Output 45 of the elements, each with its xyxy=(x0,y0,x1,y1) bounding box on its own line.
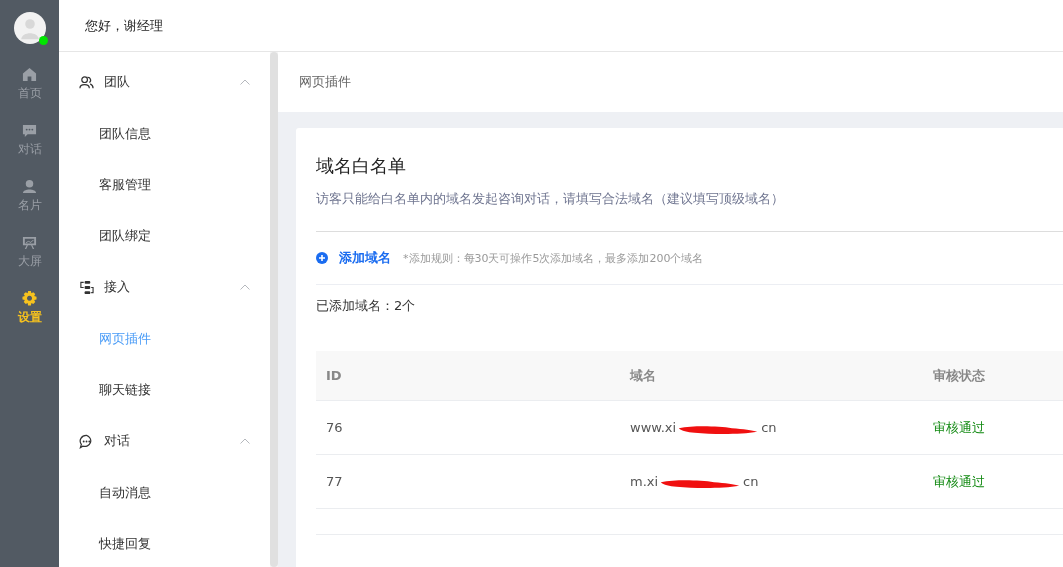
menu-group-header[interactable]: 团队 xyxy=(59,56,270,108)
breadcrumb-text: 网页插件 xyxy=(299,73,351,91)
home-icon xyxy=(22,66,37,82)
rule-text: *添加规则：每30天可操作5次添加域名，最多添加200个域名 xyxy=(403,250,704,266)
scrollbar-thumb[interactable] xyxy=(270,52,278,567)
menu-group-label: 对话 xyxy=(104,432,131,450)
person-icon xyxy=(22,178,37,194)
plus-circle-icon xyxy=(316,252,328,264)
menu-item[interactable]: 客服管理 xyxy=(59,159,270,210)
table-cell: www.xi xyxy=(630,420,677,435)
menu-group-label: 团队 xyxy=(104,73,131,91)
table-cell: cn xyxy=(743,474,759,489)
description-text: 访客只能给白名单内的域名发起咨询对话，请填写合法域名（建议填写顶级域名） xyxy=(316,190,785,208)
menu-item[interactable]: 聊天链接 xyxy=(59,364,270,415)
column-header: 审核状态 xyxy=(932,366,986,385)
menu-group-header[interactable]: 对话 xyxy=(59,415,270,467)
column-header: 域名 xyxy=(628,366,657,385)
menu-item[interactable]: 快捷回复 xyxy=(59,518,270,567)
menu-group-header[interactable]: 接入 xyxy=(59,261,270,313)
avatar[interactable] xyxy=(13,12,46,44)
greeting-text: 您好，谢经理 xyxy=(85,16,163,35)
chevron-icon xyxy=(240,284,250,290)
menu-item[interactable]: 自动消息 xyxy=(59,467,270,518)
menu-item[interactable]: 团队信息 xyxy=(59,108,270,159)
nav-item[interactable]: 设置 xyxy=(0,280,59,336)
menu-group-label: 接入 xyxy=(104,278,131,296)
card-title: 域名白名单 xyxy=(316,154,407,178)
chevron-icon xyxy=(240,438,250,444)
menu-item[interactable]: 团队绑定 xyxy=(59,210,270,261)
add-domain-button[interactable]: 添加域名 xyxy=(316,249,391,267)
team-icon xyxy=(79,74,94,90)
chat-bubble-icon xyxy=(79,433,94,449)
settings-icon xyxy=(22,290,37,306)
table-cell: cn xyxy=(761,420,777,435)
table-cell: m.xi xyxy=(630,474,659,489)
status-text: 审核通过 xyxy=(932,418,986,437)
chat-bubble-icon xyxy=(22,122,37,138)
domain-count-text: 已添加域名：2个 xyxy=(316,297,417,315)
table-cell-text: 77 xyxy=(325,474,344,489)
table-cell-text: 76 xyxy=(325,420,344,435)
column-header: ID xyxy=(325,368,343,383)
status-text: 审核通过 xyxy=(932,472,986,491)
connection-icon xyxy=(79,279,94,295)
chevron-icon xyxy=(240,79,250,85)
presentation-screen-icon xyxy=(22,234,37,250)
